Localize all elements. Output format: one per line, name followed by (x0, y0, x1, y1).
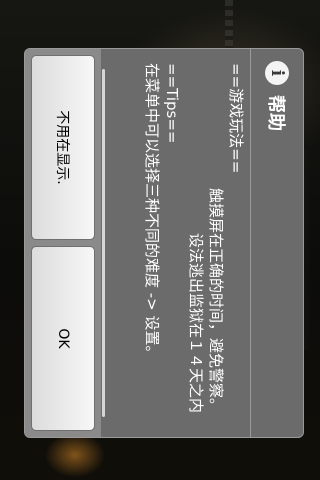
help-dialog-panel: i 帮助 ==游戏玩法== 触摸屏在正确的时间，避免警察。 设法逃出监狱在１４天… (24, 48, 304, 438)
help-dialog: i 帮助 ==游戏玩法== 触摸屏在正确的时间，避免警察。 设法逃出监狱在１４天… (24, 48, 304, 438)
title-divider (250, 49, 251, 437)
tips-line-1: 在菜单中可以选择三种不同的难度 -> 设置。 (143, 63, 161, 361)
gameplay-line-2: 设法逃出监狱在１４天之内 (187, 232, 205, 413)
tips-heading: ==Tips== (163, 63, 181, 144)
ok-button[interactable]: OK (31, 246, 95, 431)
dialog-title-bar: i 帮助 (251, 49, 303, 437)
message-scrollbar[interactable] (102, 69, 105, 417)
gameplay-line-1: 触摸屏在正确的时间，避免警察。 (207, 187, 225, 413)
dont-show-again-button[interactable]: 不用在显示. (31, 55, 95, 240)
dialog-title: 帮助 (265, 95, 286, 131)
info-icon: i (265, 61, 289, 85)
dialog-message: ==游戏玩法== 触摸屏在正确的时间，避免警察。 设法逃出监狱在１４天之内 ==… (102, 49, 250, 437)
gameplay-heading: ==游戏玩法== (227, 63, 245, 174)
dialog-button-bar: 不用在显示. OK (25, 49, 101, 437)
